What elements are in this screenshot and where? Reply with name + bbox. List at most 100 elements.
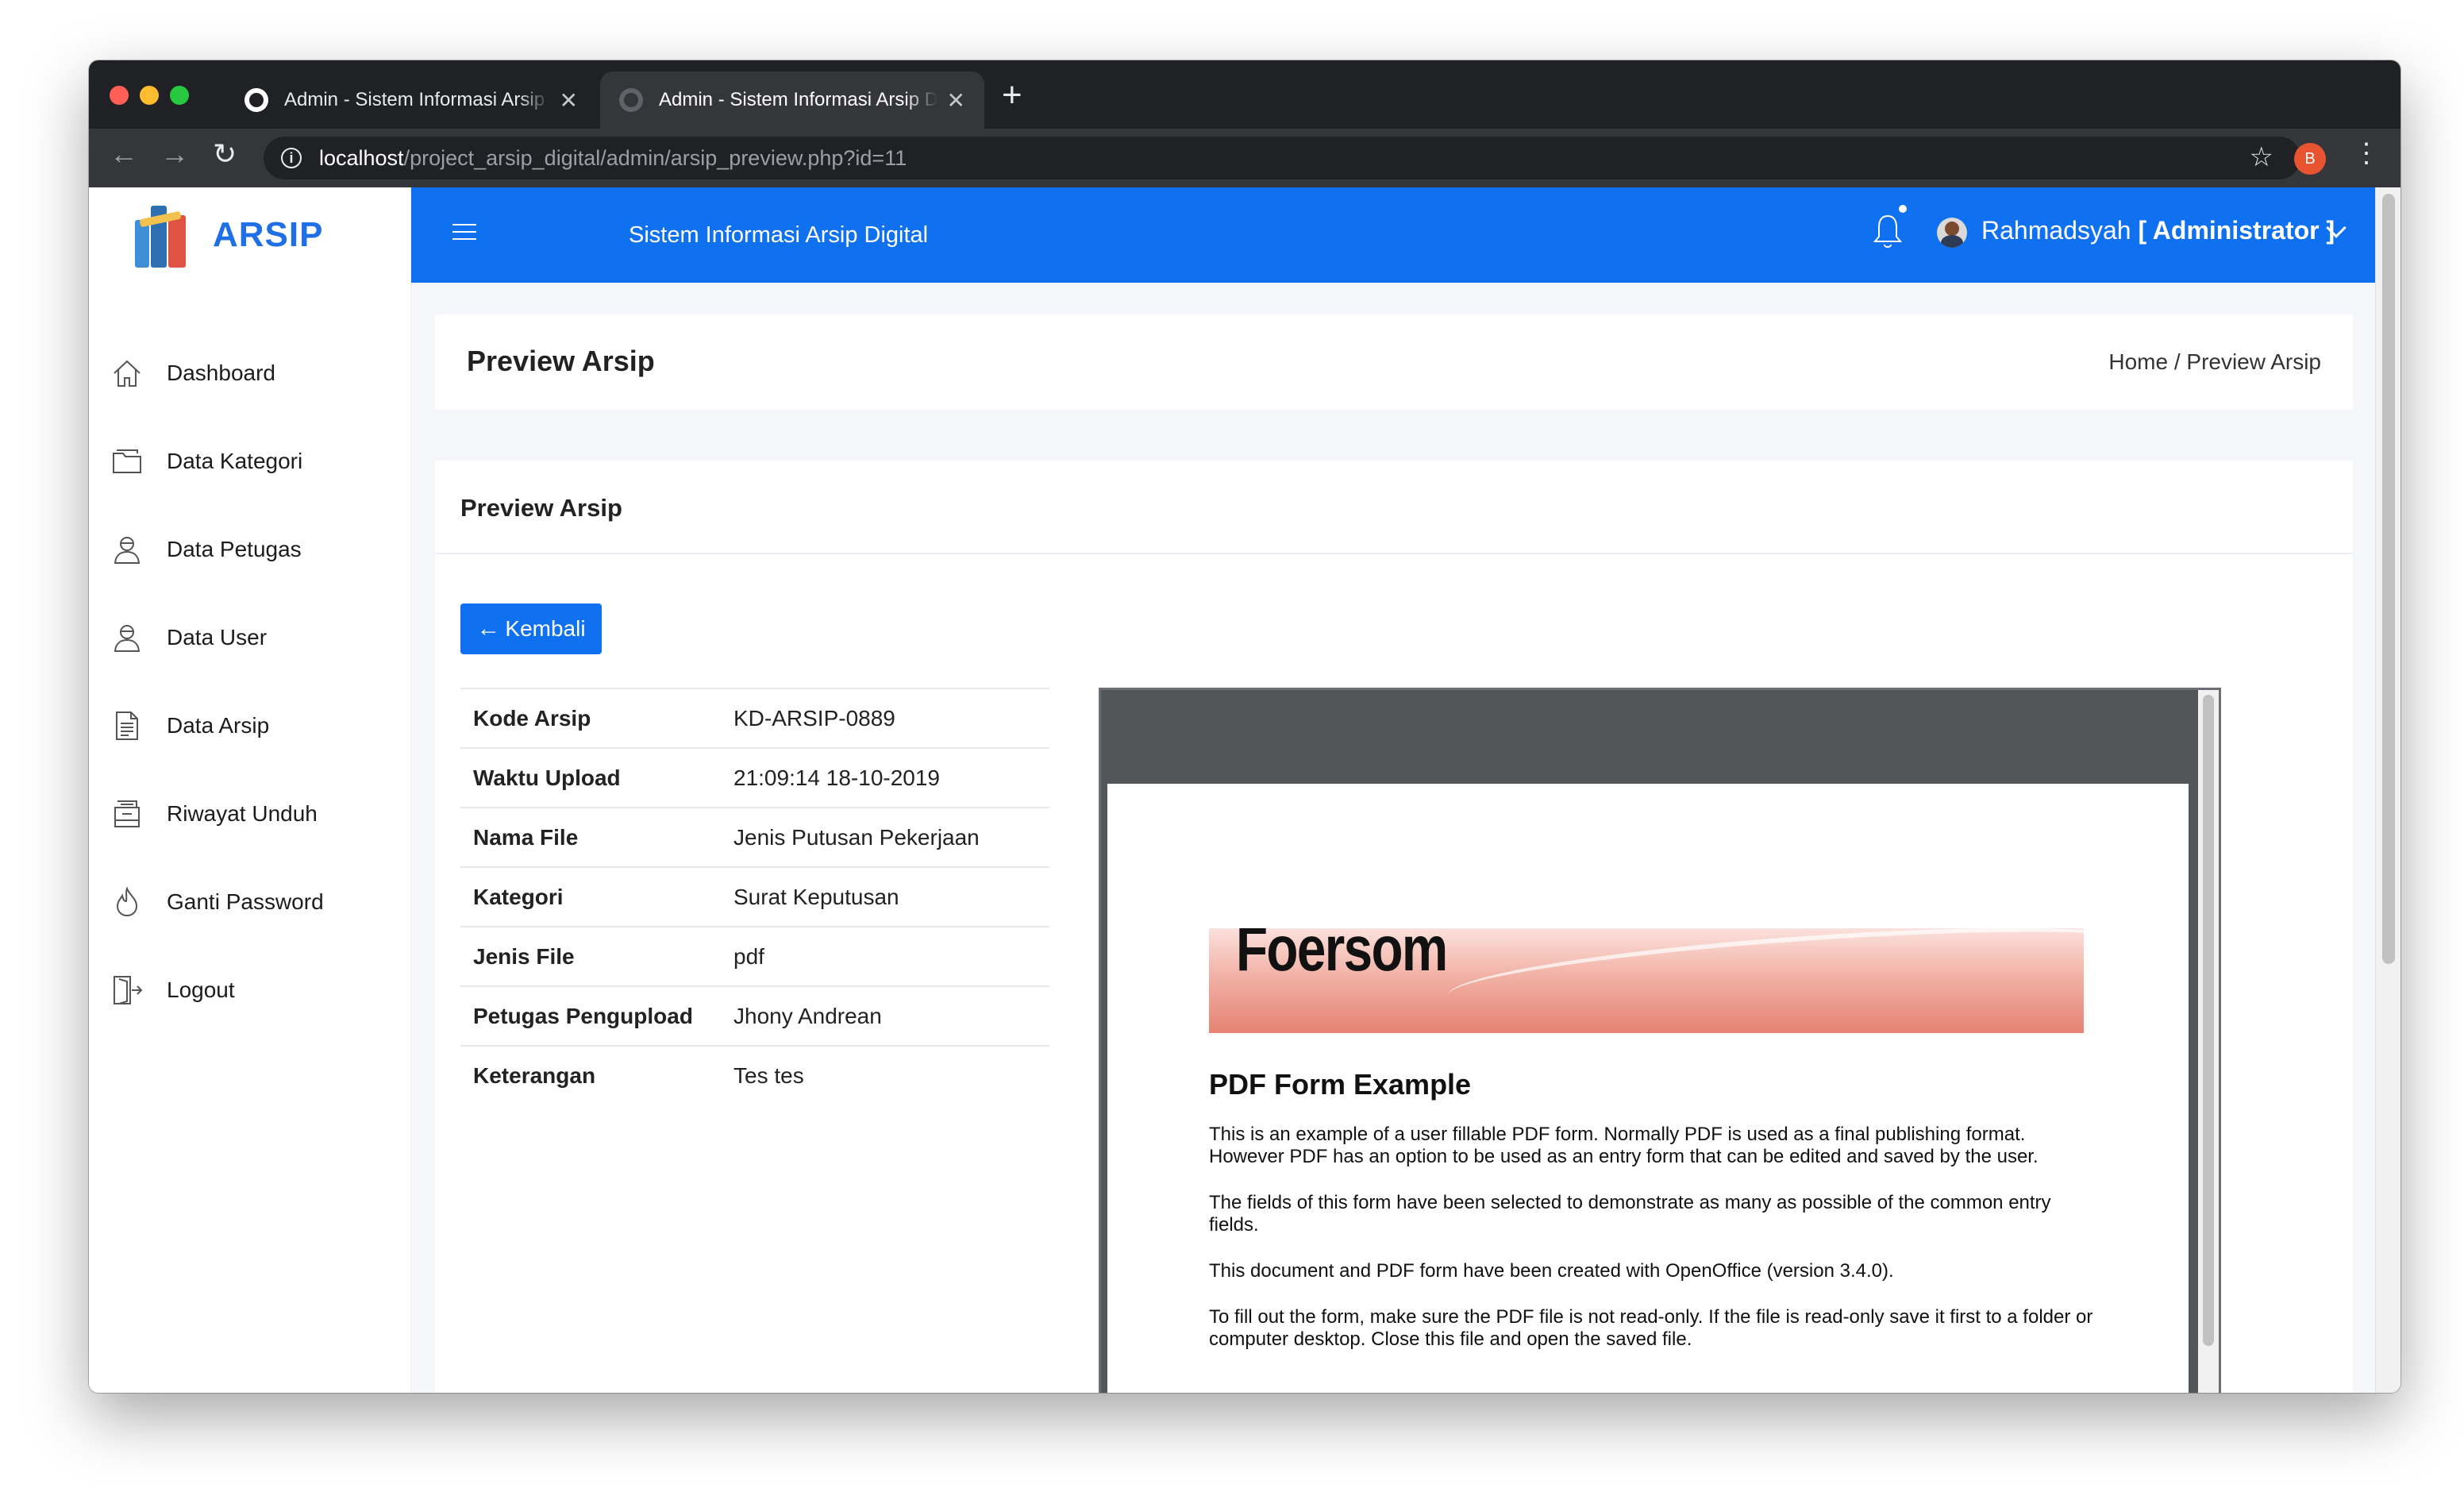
- user-icon: [111, 622, 143, 654]
- new-tab-button[interactable]: +: [1002, 78, 1022, 113]
- hamburger-menu-icon[interactable]: [452, 224, 476, 245]
- bell-icon[interactable]: [1872, 211, 1904, 251]
- detail-value: Tes tes: [733, 1063, 804, 1088]
- back-arrow-icon[interactable]: ←: [110, 140, 138, 168]
- bookmark-star-icon[interactable]: ☆: [2250, 141, 2273, 173]
- detail-value: KD-ARSIP-0889: [733, 705, 895, 731]
- detail-key: Waktu Upload: [473, 765, 621, 790]
- url-host: localhost: [319, 145, 404, 170]
- sidebar-item-riwayat-unduh[interactable]: Riwayat Unduh: [111, 782, 405, 846]
- breadcrumb[interactable]: Home / Preview Arsip: [2108, 349, 2321, 375]
- profile-avatar[interactable]: B: [2294, 143, 2326, 175]
- address-bar[interactable]: i localhost/project_arsip_digital/admin/…: [264, 137, 2300, 179]
- top-navbar: Sistem Informasi Arsip Digital Rahmadsya…: [411, 187, 2375, 283]
- table-row: Waktu Upload 21:09:14 18-10-2019: [460, 748, 1049, 808]
- minimize-window-button[interactable]: [140, 86, 159, 105]
- preview-card: Preview Arsip ← Kembali Kode Arsip KD-ARS…: [435, 461, 2353, 1393]
- close-tab-icon[interactable]: ✕: [560, 87, 578, 114]
- sidebar-item-data-arsip[interactable]: Data Arsip: [111, 694, 405, 758]
- tab-title: Admin - Sistem Informasi Arsip Digital: [659, 89, 937, 110]
- user-icon: [111, 534, 143, 565]
- browser-tab-1[interactable]: Admin - Sistem Informasi Arsip Digital ✕: [225, 71, 597, 129]
- detail-key: Keterangan: [473, 1063, 596, 1088]
- home-icon: [111, 357, 143, 389]
- pdf-viewer[interactable]: Foersom PDF Form Example This is an exam…: [1099, 688, 2221, 1393]
- browser-window: Admin - Sistem Informasi Arsip Digital ✕…: [89, 60, 2400, 1393]
- url-path: /project_arsip_digital/admin/arsip_previ…: [403, 145, 907, 170]
- sidebar-item-label: Ganti Password: [167, 889, 324, 914]
- sidebar-item-label: Riwayat Unduh: [167, 801, 318, 826]
- detail-value: Jhony Andrean: [733, 1003, 882, 1028]
- pdf-paragraph: This document and PDF form have been cre…: [1209, 1260, 1894, 1282]
- avatar[interactable]: [1937, 218, 1967, 248]
- folder-icon: [111, 445, 143, 477]
- sidebar-item-data-kategori[interactable]: Data Kategori: [111, 430, 405, 493]
- divider: [435, 553, 2353, 554]
- sidebar-item-ganti-password[interactable]: Ganti Password: [111, 870, 405, 934]
- browser-toolbar: ← → ↻ i localhost/project_arsip_digital/…: [89, 129, 2400, 187]
- flame-icon: [111, 886, 143, 918]
- arrow-left-icon: ←: [476, 615, 501, 642]
- pdf-banner: Foersom: [1209, 928, 2084, 1033]
- close-tab-icon[interactable]: ✕: [947, 87, 965, 114]
- page-scrollbar[interactable]: [2375, 187, 2400, 1393]
- pdf-logo: Foersom: [1236, 928, 1448, 984]
- back-button[interactable]: ← Kembali: [460, 603, 602, 654]
- sidebar-item-label: Data Petugas: [167, 537, 302, 561]
- detail-value: pdf: [733, 943, 764, 969]
- brand-name: ARSIP: [213, 215, 324, 254]
- globe-icon: [244, 88, 268, 112]
- sidebar: ARSIP Dashboard Data Kategori Data Petug…: [89, 187, 411, 1393]
- sidebar-item-logout[interactable]: Logout: [111, 958, 405, 1022]
- table-row: Nama File Jenis Putusan Pekerjaan: [460, 808, 1049, 867]
- maximize-window-button[interactable]: [170, 86, 189, 105]
- archive-details-table: Kode Arsip KD-ARSIP-0889 Waktu Upload 21:0…: [460, 688, 1049, 1105]
- pdf-scrollbar[interactable]: [2198, 690, 2219, 1393]
- page-header: Preview Arsip Home / Preview Arsip: [435, 314, 2353, 410]
- info-icon[interactable]: i: [281, 148, 302, 168]
- user-name: Rahmadsyah: [1981, 216, 2131, 245]
- reload-icon[interactable]: ↻: [213, 140, 237, 168]
- pdf-paragraph: The fields of this form have been select…: [1209, 1192, 2051, 1236]
- detail-value: Jenis Putusan Pekerjaan: [733, 824, 980, 850]
- user-menu[interactable]: Rahmadsyah [ Administrator ]: [1981, 216, 2335, 245]
- pdf-paragraph: This is an example of a user fillable PD…: [1209, 1124, 2039, 1167]
- sidebar-item-label: Data Kategori: [167, 449, 303, 473]
- detail-key: Petugas Pengupload: [473, 1003, 693, 1028]
- notification-dot: [1899, 205, 1907, 213]
- forward-arrow-icon[interactable]: →: [160, 140, 189, 168]
- brand[interactable]: ARSIP: [135, 195, 323, 275]
- archive-box-icon: [111, 798, 143, 830]
- web-page: ARSIP Dashboard Data Kategori Data Petug…: [89, 187, 2375, 1393]
- detail-key: Kategori: [473, 884, 564, 909]
- logout-door-icon: [111, 974, 143, 1006]
- table-row: Kode Arsip KD-ARSIP-0889: [460, 688, 1049, 748]
- back-button-label: Kembali: [505, 616, 586, 641]
- sidebar-item-label: Dashboard: [167, 361, 275, 385]
- sidebar-item-data-petugas[interactable]: Data Petugas: [111, 518, 405, 581]
- sidebar-item-data-user[interactable]: Data User: [111, 606, 405, 669]
- sidebar-item-dashboard[interactable]: Dashboard: [111, 341, 405, 405]
- table-row: Keterangan Tes tes: [460, 1046, 1049, 1105]
- globe-icon: [619, 88, 643, 112]
- pdf-page: Foersom PDF Form Example This is an exam…: [1107, 784, 2189, 1393]
- user-role: [ Administrator ]: [2138, 216, 2335, 245]
- app-title: Sistem Informasi Arsip Digital: [629, 222, 929, 248]
- pdf-heading: PDF Form Example: [1209, 1068, 1472, 1101]
- table-row: Kategori Surat Keputusan: [460, 867, 1049, 927]
- document-icon: [111, 710, 143, 742]
- table-row: Jenis File pdf: [460, 927, 1049, 986]
- page-title: Preview Arsip: [467, 345, 655, 377]
- sidebar-item-label: Data Arsip: [167, 713, 270, 738]
- pdf-scroll-thumb[interactable]: [2203, 695, 2214, 1346]
- detail-value: Surat Keputusan: [733, 884, 899, 909]
- page-scroll-thumb[interactable]: [2382, 194, 2395, 964]
- table-row: Petugas Pengupload Jhony Andrean: [460, 986, 1049, 1046]
- tab-bar: Admin - Sistem Informasi Arsip Digital ✕…: [89, 60, 2400, 129]
- browser-tab-2[interactable]: Admin - Sistem Informasi Arsip Digital ✕: [600, 71, 984, 129]
- detail-key: Nama File: [473, 824, 579, 850]
- browser-menu-icon[interactable]: ⋮: [2353, 140, 2380, 167]
- books-logo-icon: [135, 202, 189, 268]
- pdf-paragraph: To fill out the form, make sure the PDF …: [1209, 1306, 2093, 1350]
- close-window-button[interactable]: [110, 86, 129, 105]
